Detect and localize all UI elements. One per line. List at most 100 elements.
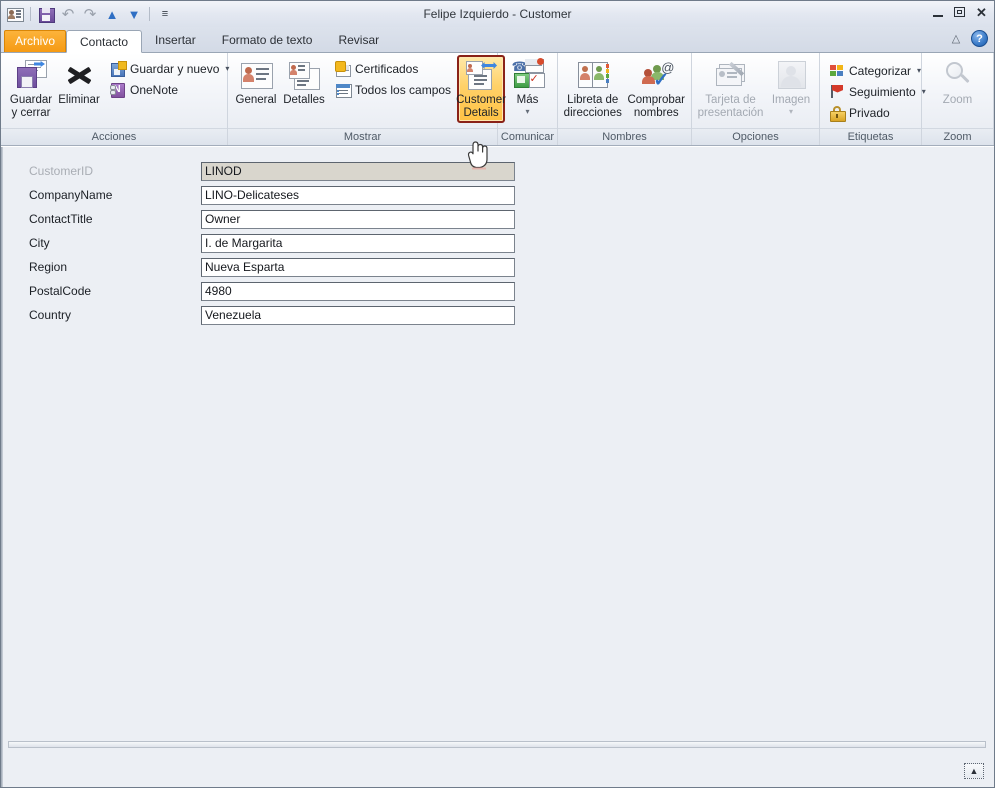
business-card-icon bbox=[715, 59, 747, 91]
label-customerid: CustomerID bbox=[29, 164, 94, 178]
zoom-magnifier-icon bbox=[942, 59, 974, 91]
general-button[interactable]: General bbox=[232, 56, 280, 110]
certificados-label: Certificados bbox=[355, 61, 419, 76]
pane-left-rule bbox=[1, 147, 3, 787]
guardar-y-cerrar-label: Guardar y cerrar bbox=[9, 94, 53, 119]
details-view-icon bbox=[288, 59, 320, 91]
general-view-icon bbox=[240, 59, 273, 91]
form-row-region: Region bbox=[1, 255, 994, 279]
eliminar-label: Eliminar bbox=[58, 94, 100, 106]
certificates-icon bbox=[335, 60, 351, 77]
categorizar-button[interactable]: Categorizar ▾ bbox=[826, 60, 929, 81]
save-icon[interactable] bbox=[36, 4, 56, 24]
collapse-pane-button[interactable]: ▲ bbox=[964, 763, 984, 779]
comprobar-nombres-label: Comprobar nombres bbox=[627, 94, 686, 119]
libreta-de-direcciones-label: Libreta de direcciones bbox=[563, 94, 622, 119]
input-city[interactable] bbox=[201, 233, 515, 253]
next-item-icon[interactable]: ▼ bbox=[124, 4, 144, 24]
chevron-down-icon[interactable]: ▾ bbox=[917, 66, 921, 75]
customer-details-icon bbox=[465, 59, 498, 91]
tab-revisar[interactable]: Revisar bbox=[325, 29, 392, 52]
window-controls: ✕ bbox=[930, 5, 989, 19]
form-row-city: City bbox=[1, 231, 994, 255]
input-country[interactable] bbox=[201, 305, 515, 325]
tab-insertar[interactable]: Insertar bbox=[142, 29, 209, 52]
imagen-button[interactable]: Imagen ▾ bbox=[767, 56, 815, 118]
label-companyname: CompanyName bbox=[29, 188, 113, 202]
ribbon-group-label-mostrar: Mostrar bbox=[228, 128, 497, 145]
qat-separator-2 bbox=[149, 7, 150, 21]
chevron-down-icon[interactable]: ▾ bbox=[789, 107, 793, 115]
tab-archivo[interactable]: Archivo bbox=[4, 30, 67, 52]
ribbon-tab-bar-right: △ ? bbox=[949, 30, 988, 47]
previous-item-icon[interactable]: ▲ bbox=[102, 4, 122, 24]
mas-button[interactable]: ☎ ✓ Más ▾ bbox=[503, 56, 553, 118]
ribbon-group-etiquetas: Categorizar ▾ Seguimiento ▾ Privado Etiq… bbox=[820, 53, 926, 145]
qat-separator-1 bbox=[30, 7, 31, 21]
tab-contacto[interactable]: Contacto bbox=[66, 30, 143, 53]
save-and-new-icon bbox=[110, 60, 127, 77]
certificados-button[interactable]: Certificados bbox=[332, 58, 454, 79]
private-lock-icon bbox=[829, 105, 846, 122]
contact-card-icon[interactable] bbox=[5, 4, 25, 24]
minimize-button[interactable] bbox=[930, 5, 945, 19]
maximize-button[interactable] bbox=[952, 5, 967, 19]
collapse-ribbon-icon[interactable]: △ bbox=[949, 32, 963, 46]
input-customerid[interactable] bbox=[201, 161, 515, 181]
onenote-label: OneNote bbox=[130, 82, 179, 97]
tab-formato-de-texto[interactable]: Formato de texto bbox=[209, 29, 326, 52]
zoom-button[interactable]: Zoom bbox=[934, 56, 982, 110]
application-window: ↶ ↷ ▲ ▼ ≡ Felipe Izquierdo - Customer ✕ … bbox=[0, 0, 995, 788]
ribbon-group-label-acciones: Acciones bbox=[1, 128, 227, 145]
ribbon-tab-bar: Archivo Contacto Insertar Formato de tex… bbox=[1, 27, 994, 53]
comprobar-nombres-button[interactable]: @ ✓ Comprobar nombres bbox=[626, 56, 688, 122]
libreta-de-direcciones-button[interactable]: Libreta de direcciones bbox=[562, 56, 624, 122]
all-fields-icon bbox=[335, 82, 352, 98]
input-region[interactable] bbox=[201, 257, 515, 277]
input-contacttitle[interactable] bbox=[201, 209, 515, 229]
delete-icon bbox=[63, 59, 95, 91]
ribbon-group-mostrar: General Detalles Certificados Todos los … bbox=[228, 53, 506, 145]
eliminar-button[interactable]: Eliminar bbox=[55, 56, 103, 110]
more-communicate-icon: ☎ ✓ bbox=[512, 58, 545, 91]
ribbon-group-opciones: Tarjeta de presentación Imagen ▾ Opcione… bbox=[692, 53, 820, 145]
guardar-y-cerrar-button[interactable]: Guardar y cerrar bbox=[7, 56, 55, 122]
undo-icon[interactable]: ↶ bbox=[58, 4, 78, 24]
privado-button[interactable]: Privado bbox=[826, 102, 929, 123]
help-icon[interactable]: ? bbox=[971, 30, 988, 47]
categorizar-label: Categorizar bbox=[849, 63, 912, 78]
redo-icon[interactable]: ↷ bbox=[80, 4, 100, 24]
form-row-postalcode: PostalCode bbox=[1, 279, 994, 303]
horizontal-splitter[interactable] bbox=[8, 741, 986, 748]
privado-label: Privado bbox=[849, 105, 890, 120]
tarjeta-de-presentacion-label: Tarjeta de presentación bbox=[697, 94, 764, 119]
close-button[interactable]: ✕ bbox=[974, 5, 989, 19]
ribbon-group-label-comunicar: Comunicar bbox=[498, 128, 557, 145]
guardar-y-nuevo-label: Guardar y nuevo bbox=[130, 61, 220, 76]
todos-los-campos-button[interactable]: Todos los campos bbox=[332, 79, 454, 100]
mas-label: Más bbox=[516, 94, 539, 106]
form-row-country: Country bbox=[1, 303, 994, 327]
onenote-icon: N bbox=[110, 82, 126, 98]
ribbon-group-comunicar: ☎ ✓ Más ▾ Comunicar bbox=[498, 53, 558, 145]
form-bottom-zone: ▲ bbox=[1, 731, 994, 787]
detalles-button[interactable]: Detalles bbox=[280, 56, 328, 110]
quick-access-toolbar: ↶ ↷ ▲ ▼ ≡ bbox=[1, 1, 175, 27]
label-city: City bbox=[29, 236, 50, 250]
chevron-down-icon[interactable]: ▾ bbox=[525, 107, 529, 115]
general-label: General bbox=[235, 94, 277, 106]
guardar-y-nuevo-button[interactable]: Guardar y nuevo ▾ bbox=[107, 58, 232, 79]
tarjeta-de-presentacion-button[interactable]: Tarjeta de presentación bbox=[696, 56, 765, 122]
input-companyname[interactable] bbox=[201, 185, 515, 205]
follow-up-flag-icon bbox=[829, 84, 845, 100]
form-row-customerid: CustomerID bbox=[1, 159, 994, 183]
customize-qat-icon[interactable]: ≡ bbox=[155, 4, 175, 24]
input-postalcode[interactable] bbox=[201, 281, 515, 301]
ribbon-group-zoom: Zoom Zoom bbox=[922, 53, 994, 145]
onenote-button[interactable]: N OneNote bbox=[107, 79, 232, 100]
label-contacttitle: ContactTitle bbox=[29, 212, 93, 226]
todos-los-campos-label: Todos los campos bbox=[355, 82, 452, 97]
ribbon-group-nombres: Libreta de direcciones @ ✓ Comprobar nom… bbox=[558, 53, 692, 145]
ribbon-group-label-opciones: Opciones bbox=[692, 128, 819, 145]
seguimiento-button[interactable]: Seguimiento ▾ bbox=[826, 81, 929, 102]
